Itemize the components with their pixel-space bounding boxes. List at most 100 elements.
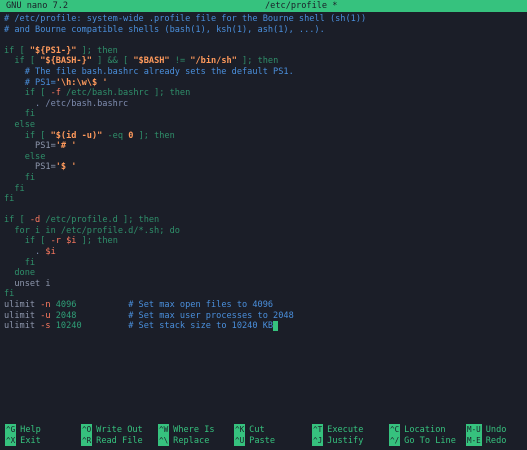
code-token: /etc/profile.d ]; then bbox=[40, 215, 160, 226]
shortcut-label: Replace bbox=[173, 436, 210, 446]
code-token: fi bbox=[4, 194, 15, 205]
code-line[interactable]: done bbox=[4, 268, 524, 279]
code-token: $i bbox=[45, 247, 56, 258]
code-token: "${BASH-}" bbox=[40, 56, 92, 67]
shortcut-label: Help bbox=[20, 425, 41, 435]
code-token: # and Bourne compatible shells (bash(1),… bbox=[4, 24, 325, 35]
shortcut-label: Execute bbox=[327, 425, 364, 435]
code-line[interactable]: # The file bash.bashrc already sets the … bbox=[4, 67, 524, 78]
code-token: 2048 bbox=[50, 310, 129, 321]
code-token: . bbox=[4, 247, 46, 258]
code-line[interactable]: . /etc/bash.bashrc bbox=[4, 99, 524, 110]
code-line[interactable]: ulimit -n 4096 # Set max open files to 4… bbox=[4, 300, 524, 311]
shortcut-where-is[interactable]: ^W Where Is bbox=[158, 424, 215, 435]
shortcut-label: Cut bbox=[249, 425, 265, 435]
code-line[interactable]: ulimit -u 2048 # Set max user processes … bbox=[4, 311, 524, 322]
shortcut-key: ^/ bbox=[389, 435, 401, 446]
code-token: ulimit bbox=[4, 310, 41, 321]
code-line[interactable]: else bbox=[4, 120, 524, 131]
shortcut-execute[interactable]: ^T Execute bbox=[312, 424, 363, 435]
code-line[interactable]: ulimit -s 10240 # Set stack size to 1024… bbox=[4, 321, 524, 332]
shortcut-help[interactable]: ^G Help bbox=[5, 424, 41, 435]
code-token: "$BASH" bbox=[133, 56, 170, 67]
code-line[interactable]: unset i bbox=[4, 279, 524, 290]
code-token: fi bbox=[4, 183, 25, 194]
shortcut-paste[interactable]: ^U Paste bbox=[234, 435, 275, 446]
code-token: -s bbox=[40, 321, 51, 332]
code-line[interactable]: if [ -r $i ]; then bbox=[4, 236, 524, 247]
text-cursor bbox=[273, 321, 279, 332]
code-line[interactable]: if [ -f /etc/bash.bashrc ]; then bbox=[4, 88, 524, 99]
code-token: 4096 bbox=[50, 300, 129, 311]
code-token: ulimit bbox=[4, 321, 41, 332]
code-line[interactable]: if [ "${PS1-}" ]; then bbox=[4, 46, 524, 57]
code-line[interactable]: for i in /etc/profile.d/*.sh; do bbox=[4, 226, 524, 237]
code-line[interactable]: PS1='$ ' bbox=[4, 162, 524, 173]
code-line[interactable]: PS1='# ' bbox=[4, 141, 524, 152]
code-token: . /etc/bash.bashrc bbox=[4, 98, 129, 109]
shortcut-key: ^O bbox=[81, 424, 93, 435]
code-line[interactable]: fi bbox=[4, 289, 524, 300]
shortcut-cut[interactable]: ^K Cut bbox=[234, 424, 265, 435]
shortcut-read-file[interactable]: ^R Read File bbox=[81, 435, 143, 446]
shortcut-undo[interactable]: M-U Undo bbox=[466, 424, 506, 435]
code-token: fi bbox=[4, 109, 36, 120]
shortcut-label: Paste bbox=[249, 436, 276, 446]
shortcut-key: ^C bbox=[389, 424, 401, 435]
code-token: done bbox=[4, 268, 36, 279]
file-title: /etc/profile * bbox=[265, 1, 338, 11]
code-line[interactable] bbox=[4, 205, 524, 216]
code-token: PS1= bbox=[4, 162, 56, 173]
shortcut-exit[interactable]: ^X Exit bbox=[5, 435, 41, 446]
code-line[interactable]: # and Bourne compatible shells (bash(1),… bbox=[4, 25, 524, 36]
code-line[interactable]: # PS1='\h:\w\$ ' bbox=[4, 78, 524, 89]
code-line[interactable]: fi bbox=[4, 173, 524, 184]
shortcut-key: ^K bbox=[234, 424, 246, 435]
shortcut-redo[interactable]: M-E Redo bbox=[466, 435, 506, 446]
shortcut-write-out[interactable]: ^O Write Out bbox=[81, 424, 143, 435]
code-token: ]; then bbox=[133, 130, 175, 141]
shortcut-label: Go To Line bbox=[404, 436, 456, 446]
code-token: # The file bash.bashrc already sets the … bbox=[4, 66, 294, 77]
shortcut-key: M-E bbox=[466, 435, 482, 446]
code-token: ]; then bbox=[76, 45, 118, 56]
app-title: GNU nano 7.2 bbox=[6, 1, 69, 11]
code-token: if [ bbox=[4, 88, 51, 99]
code-line[interactable]: # /etc/profile: system-wide .profile fil… bbox=[4, 14, 524, 25]
code-token: if [ bbox=[4, 130, 51, 141]
code-token: 10240 bbox=[50, 321, 129, 332]
shortcut-key: ^J bbox=[312, 435, 324, 446]
code-token: # /etc/profile: system-wide .profile fil… bbox=[4, 14, 367, 24]
shortcut-justify[interactable]: ^J Justify bbox=[312, 435, 363, 446]
code-token: # PS1= bbox=[4, 77, 56, 88]
code-token: -eq bbox=[102, 130, 129, 141]
editor-area[interactable]: # /etc/profile: system-wide .profile fil… bbox=[4, 14, 524, 332]
shortcut-key: ^\ bbox=[158, 435, 170, 446]
code-line[interactable]: . $i bbox=[4, 247, 524, 258]
code-line[interactable]: fi bbox=[4, 194, 524, 205]
code-line[interactable]: else bbox=[4, 152, 524, 163]
code-line[interactable]: fi bbox=[4, 184, 524, 195]
shortcut-location[interactable]: ^C Location bbox=[389, 424, 446, 435]
title-bar: GNU nano 7.2 /etc/profile * bbox=[0, 0, 527, 12]
code-token: if [ bbox=[4, 215, 30, 226]
shortcut-label: Where Is bbox=[173, 425, 215, 435]
code-token: ulimit bbox=[4, 300, 41, 311]
code-token: if [ bbox=[4, 236, 51, 247]
code-token: else bbox=[4, 151, 46, 162]
shortcut-replace[interactable]: ^\ Replace bbox=[158, 435, 209, 446]
code-token: '# ' bbox=[55, 141, 77, 152]
code-line[interactable]: fi bbox=[4, 258, 524, 269]
code-token: -f bbox=[50, 88, 61, 99]
code-token: != bbox=[169, 56, 191, 67]
code-token: /etc/bash.bashrc ]; then bbox=[60, 88, 191, 99]
shortcut-go-to-line[interactable]: ^/Go To Line bbox=[389, 435, 456, 446]
code-line[interactable]: if [ "$(id -u)" -eq 0 ]; then bbox=[4, 131, 524, 142]
code-line[interactable]: if [ "${BASH-}" ] && [ "$BASH" != "/bin/… bbox=[4, 56, 524, 67]
code-line[interactable]: fi bbox=[4, 109, 524, 120]
code-line[interactable]: if [ -d /etc/profile.d ]; then bbox=[4, 215, 524, 226]
shortcut-key: ^W bbox=[158, 424, 170, 435]
shortcut-key: ^G bbox=[5, 424, 17, 435]
code-line[interactable] bbox=[4, 35, 524, 46]
shortcut-label: Redo bbox=[485, 436, 507, 446]
